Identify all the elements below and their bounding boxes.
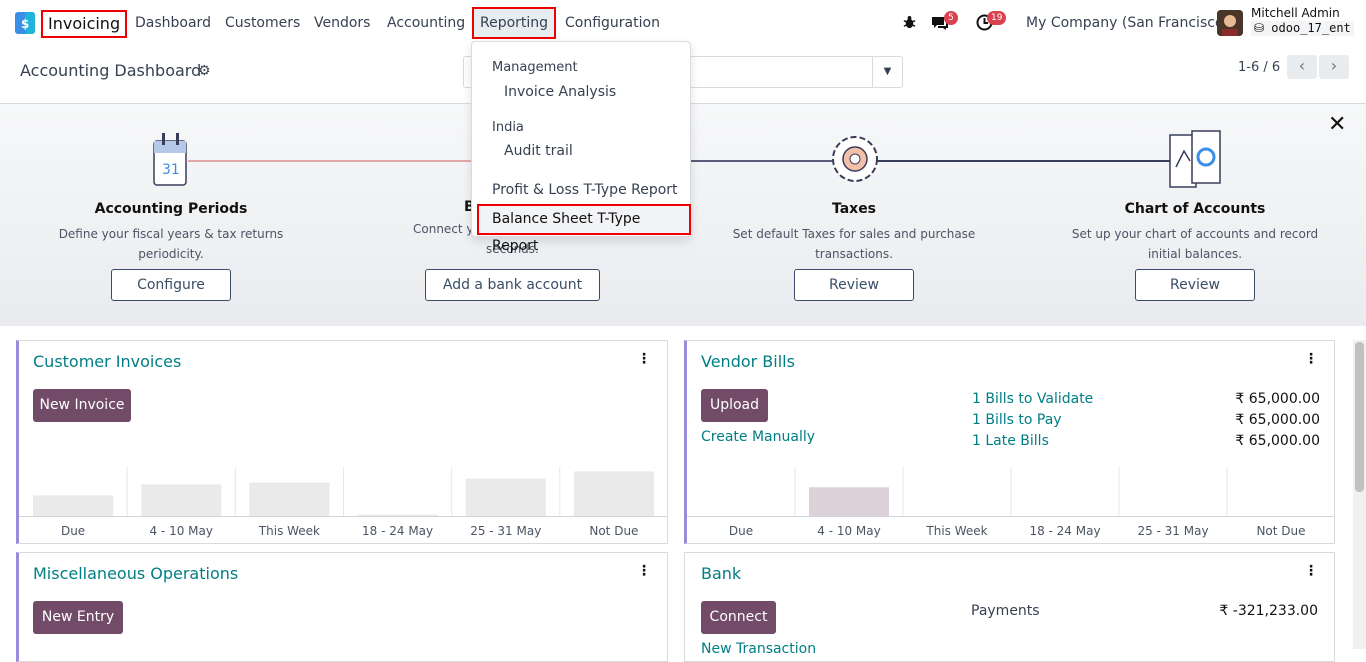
pager-previous-button[interactable]: ‹ (1287, 55, 1317, 79)
menu-section-india: India (492, 120, 524, 135)
pager-next-button[interactable]: › (1319, 55, 1349, 79)
database-icon: ⛁ (1254, 21, 1265, 35)
connect-button[interactable]: Connect (701, 601, 776, 634)
journal-card-customer-invoices: Customer Invoices ⋮ New Invoice Due 4 - 1… (16, 340, 668, 544)
configure-button[interactable]: Configure (111, 269, 231, 301)
menu-section-management: Management (492, 60, 578, 75)
chart-bar[interactable] (465, 478, 546, 517)
journal-title[interactable]: Customer Invoices (33, 352, 181, 371)
company-switcher[interactable]: My Company (San Francisco) (1026, 0, 1229, 46)
chart-x-label: 25 - 31 May (1137, 524, 1209, 538)
scrollbar-thumb[interactable] (1355, 342, 1364, 492)
close-icon[interactable]: ✕ (1328, 112, 1346, 137)
database-name-text: odoo_17_ent (1271, 21, 1351, 35)
journal-title[interactable]: Miscellaneous Operations (33, 564, 238, 583)
chart-x-label: 18 - 24 May (1029, 524, 1101, 538)
menu-reporting[interactable]: Reporting (472, 7, 557, 39)
bug-icon[interactable] (902, 15, 917, 30)
app-brand[interactable]: Invoicing (41, 10, 128, 38)
user-name[interactable]: Mitchell Admin (1251, 6, 1340, 21)
step-connector (872, 160, 1177, 162)
svg-text:31: 31 (162, 162, 180, 178)
chart-bar[interactable] (141, 484, 222, 517)
gear-cog-icon (832, 136, 878, 182)
activity-badge: 19 (987, 11, 1007, 25)
menu-configuration[interactable]: Configuration (565, 0, 660, 46)
payments-label[interactable]: Payments (971, 603, 1040, 619)
chart-x-label: 4 - 10 May (817, 524, 881, 538)
svg-text:$: $ (21, 17, 29, 31)
database-name: ⛁ odoo_17_ent (1251, 21, 1354, 36)
journal-card-vendor-bills: Vendor Bills ⋮ Upload Create Manually 1 … (684, 340, 1335, 544)
kebab-menu-icon[interactable]: ⋮ (637, 563, 651, 579)
bills-to-validate-link[interactable]: 1 Bills to Validate (972, 391, 1093, 407)
late-bills-link[interactable]: 1 Late Bills (972, 433, 1049, 449)
new-invoice-button[interactable]: New Invoice (33, 389, 131, 422)
chart-of-accounts-review-button[interactable]: Review (1135, 269, 1255, 301)
step-title: Taxes (831, 201, 877, 217)
taxes-review-button[interactable]: Review (794, 269, 914, 301)
menu-item-profit-loss-t-type[interactable]: Profit & Loss T-Type Report (492, 182, 678, 198)
chart-x-label: 25 - 31 May (470, 524, 542, 538)
user-avatar[interactable] (1217, 10, 1243, 36)
reporting-dropdown: Management Invoice Analysis India Audit … (471, 41, 691, 254)
scrollbar[interactable] (1353, 340, 1366, 649)
menu-vendors[interactable]: Vendors (314, 0, 370, 46)
step-description: Define your fiscal years & tax returns p… (58, 227, 284, 261)
chat-badge: 5 (944, 11, 958, 25)
page-title: Accounting Dashboard (20, 61, 202, 80)
step-description: Set default Taxes for sales and purchase… (732, 227, 976, 261)
journal-card-bank: Bank ⋮ Connect New Transaction Payments … (684, 552, 1335, 662)
kebab-menu-icon[interactable]: ⋮ (637, 351, 651, 367)
kebab-menu-icon[interactable]: ⋮ (1304, 351, 1318, 367)
menu-accounting[interactable]: Accounting (387, 0, 465, 46)
menu-item-invoice-analysis[interactable]: Invoice Analysis (504, 84, 616, 100)
chart-x-label: This Week (258, 524, 321, 538)
avatar-image (1217, 10, 1243, 36)
chart-x-label: 4 - 10 May (149, 524, 214, 538)
calendar-icon: 31 (153, 133, 187, 186)
chart-bar[interactable] (809, 487, 889, 517)
menu-customers[interactable]: Customers (225, 0, 300, 46)
step-description-partial: Connect y (413, 222, 474, 236)
chart-x-label: Due (728, 524, 754, 538)
step-title: Accounting Periods (94, 201, 248, 217)
top-navbar: $ Invoicing Dashboard Customers Vendors … (0, 0, 1366, 46)
bills-to-validate-amount: ₹ 65,000.00 (1235, 391, 1320, 407)
menu-item-audit-trail[interactable]: Audit trail (504, 143, 573, 159)
chart-bar[interactable] (33, 495, 114, 517)
chart-x-label: Due (60, 524, 86, 538)
new-entry-button[interactable]: New Entry (33, 601, 123, 634)
late-bills-amount: ₹ 65,000.00 (1235, 433, 1320, 449)
search-dropdown-toggle[interactable]: ▼ (872, 57, 902, 87)
chart-x-label: 18 - 24 May (362, 524, 434, 538)
add-bank-account-button[interactable]: Add a bank account (425, 269, 600, 301)
kebab-menu-icon[interactable]: ⋮ (1304, 563, 1318, 579)
bills-to-pay-link[interactable]: 1 Bills to Pay (972, 412, 1062, 428)
chart-x-label: This Week (926, 524, 988, 538)
chart-x-label: Not Due (589, 524, 639, 538)
vendor-bills-chart[interactable] (687, 467, 1335, 517)
chart-bar[interactable] (249, 482, 330, 517)
step-connector (690, 160, 850, 162)
upload-button[interactable]: Upload (701, 389, 768, 422)
bills-to-pay-amount: ₹ 65,000.00 (1235, 412, 1320, 428)
pager-value[interactable]: 1-6 / 6 (1238, 60, 1280, 75)
payments-amount: ₹ -321,233.00 (1219, 603, 1318, 619)
chart-accounts-icon (1169, 130, 1221, 188)
step-title: Chart of Accounts (1124, 201, 1266, 217)
journal-card-misc: Miscellaneous Operations ⋮ New Entry (16, 552, 668, 662)
customer-invoices-chart[interactable] (19, 467, 668, 517)
chart-x-label: Not Due (1256, 524, 1306, 538)
menu-item-balance-sheet-t-type[interactable]: Balance Sheet T-Type Report (477, 204, 691, 254)
menu-dashboard[interactable]: Dashboard (135, 0, 211, 46)
step-description: Set up your chart of accounts and record… (1071, 227, 1319, 261)
new-transaction-link[interactable]: New Transaction (701, 641, 816, 657)
chart-bar[interactable] (573, 471, 654, 517)
invoicing-app-icon[interactable]: $ (15, 12, 35, 34)
create-manually-link[interactable]: Create Manually (701, 429, 815, 445)
gear-icon[interactable]: ⚙ (198, 63, 211, 79)
journal-title[interactable]: Vendor Bills (701, 352, 795, 371)
journal-title[interactable]: Bank (701, 564, 741, 583)
